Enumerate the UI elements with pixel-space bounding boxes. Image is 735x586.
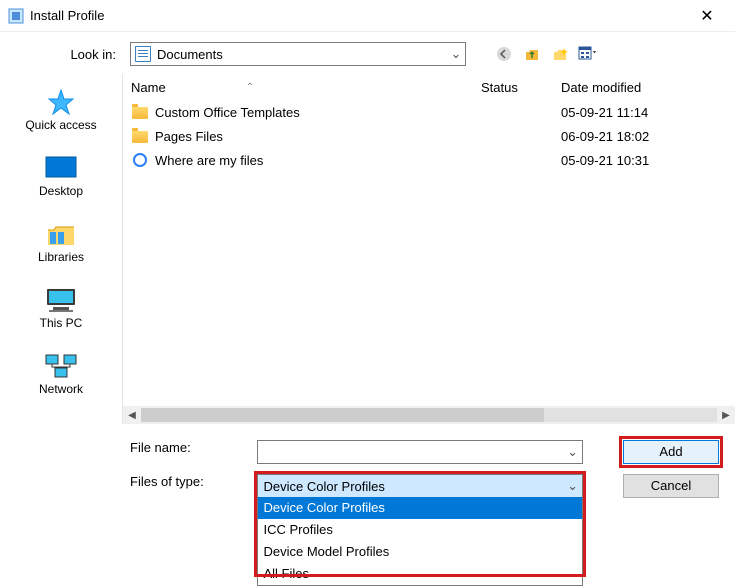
file-row[interactable]: Where are my files 05-09-21 10:31 bbox=[131, 148, 727, 172]
places-bar: Quick access Desktop Libraries This PC N… bbox=[0, 74, 122, 424]
place-label: Network bbox=[39, 382, 83, 396]
sort-indicator-icon: ⌃ bbox=[246, 82, 254, 93]
file-name-input[interactable]: ⌄ bbox=[257, 440, 583, 464]
this-pc-icon bbox=[43, 286, 79, 314]
folder-icon bbox=[131, 128, 149, 144]
libraries-icon bbox=[43, 220, 79, 248]
nav-toolbar bbox=[494, 44, 598, 64]
files-of-type-value: Device Color Profiles bbox=[258, 479, 564, 494]
file-list-pane: Name ⌃ Status Date modified Custom Office… bbox=[122, 74, 735, 424]
window-title: Install Profile bbox=[30, 8, 687, 23]
app-icon bbox=[8, 8, 24, 24]
look-in-select[interactable]: Documents ⌄ bbox=[130, 42, 466, 66]
place-label: This PC bbox=[40, 316, 83, 330]
cancel-button[interactable]: Cancel bbox=[623, 474, 719, 498]
look-in-label: Look in: bbox=[14, 47, 122, 62]
documents-icon bbox=[135, 46, 151, 62]
scroll-thumb[interactable] bbox=[141, 408, 544, 422]
file-row[interactable]: Custom Office Templates 05-09-21 11:14 bbox=[131, 100, 727, 124]
type-option[interactable]: Device Color Profiles bbox=[258, 497, 582, 519]
folder-icon bbox=[131, 104, 149, 120]
place-quick-access[interactable]: Quick access bbox=[0, 80, 122, 146]
look-in-value: Documents bbox=[155, 47, 447, 62]
file-name-label: File name: bbox=[14, 440, 257, 455]
file-name: Pages Files bbox=[155, 129, 481, 144]
network-icon bbox=[43, 352, 79, 380]
place-desktop[interactable]: Desktop bbox=[0, 146, 122, 212]
scroll-left-icon[interactable]: ◀ bbox=[123, 410, 141, 421]
place-network[interactable]: Network bbox=[0, 344, 122, 410]
new-folder-icon[interactable] bbox=[550, 44, 570, 64]
file-row[interactable]: Pages Files 06-09-21 18:02 bbox=[131, 124, 727, 148]
file-date: 05-09-21 10:31 bbox=[561, 153, 727, 168]
type-option[interactable]: Device Model Profiles bbox=[258, 541, 582, 563]
place-this-pc[interactable]: This PC bbox=[0, 278, 122, 344]
column-headers[interactable]: Name ⌃ Status Date modified bbox=[123, 74, 735, 100]
scroll-track[interactable] bbox=[141, 408, 717, 422]
col-status[interactable]: Status bbox=[481, 80, 561, 95]
file-date: 06-09-21 18:02 bbox=[561, 129, 727, 144]
col-date[interactable]: Date modified bbox=[561, 80, 727, 95]
close-button[interactable]: ✕ bbox=[687, 6, 727, 26]
files-of-type-dropdown[interactable]: Device Color Profiles ICC Profiles Devic… bbox=[257, 497, 583, 586]
chevron-down-icon[interactable]: ⌄ bbox=[564, 444, 582, 460]
file-date: 05-09-21 11:14 bbox=[561, 105, 727, 120]
files-of-type-select[interactable]: Device Color Profiles ⌄ bbox=[257, 474, 583, 498]
quick-access-icon bbox=[43, 88, 79, 116]
place-libraries[interactable]: Libraries bbox=[0, 212, 122, 278]
type-option[interactable]: All Files bbox=[258, 563, 582, 585]
col-name[interactable]: Name bbox=[131, 80, 166, 95]
chevron-down-icon: ⌄ bbox=[447, 46, 465, 62]
desktop-icon bbox=[43, 154, 79, 182]
horizontal-scrollbar[interactable]: ◀ ▶ bbox=[123, 406, 735, 424]
place-label: Libraries bbox=[38, 250, 84, 264]
place-label: Quick access bbox=[25, 118, 96, 132]
file-rows: Custom Office Templates 05-09-21 11:14 P… bbox=[123, 100, 735, 406]
add-button[interactable]: Add bbox=[623, 440, 719, 464]
back-icon[interactable] bbox=[494, 44, 514, 64]
title-bar: Install Profile ✕ bbox=[0, 0, 735, 32]
files-of-type-label: Files of type: bbox=[14, 474, 257, 489]
edge-link-icon bbox=[131, 152, 149, 168]
file-name: Custom Office Templates bbox=[155, 105, 481, 120]
up-folder-icon[interactable] bbox=[522, 44, 542, 64]
chevron-down-icon[interactable]: ⌄ bbox=[564, 478, 582, 494]
type-option[interactable]: ICC Profiles bbox=[258, 519, 582, 541]
file-name: Where are my files bbox=[155, 153, 481, 168]
place-label: Desktop bbox=[39, 184, 83, 198]
scroll-right-icon[interactable]: ▶ bbox=[717, 410, 735, 421]
view-menu-icon[interactable] bbox=[578, 44, 598, 64]
